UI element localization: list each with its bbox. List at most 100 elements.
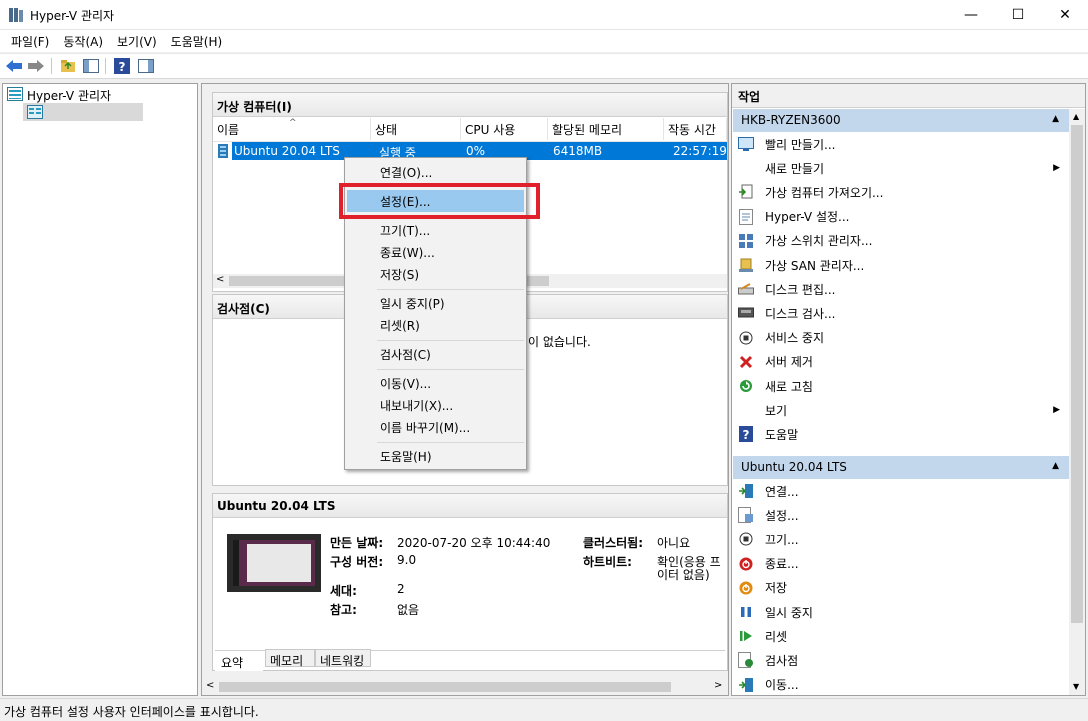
ctx-export[interactable]: 내보내기(X)... xyxy=(347,394,524,416)
action-item[interactable]: 가상 스위치 관리자... xyxy=(736,229,1066,253)
action-item[interactable]: 끄기... xyxy=(736,527,1066,551)
submenu-arrow-icon: ▶ xyxy=(1053,163,1060,174)
reset-icon xyxy=(738,628,754,644)
action-item[interactable]: Hyper-V 설정... xyxy=(736,205,1066,229)
column-memory[interactable]: 할당된 메모리 xyxy=(548,118,664,140)
action-item[interactable]: 일시 중지 xyxy=(736,600,1066,624)
window-title: Hyper-V 관리자 xyxy=(30,9,115,23)
action-item[interactable]: 가상 컴퓨터 가져오기... xyxy=(736,180,1066,204)
action-item[interactable]: 디스크 검사... xyxy=(736,301,1066,325)
action-item[interactable]: 리셋 xyxy=(736,624,1066,648)
actions-pane: 작업 HKB-RYZEN3600 ▲ 빨리 만들기... 새로 만들기 ▶ 가상 컴퓨… xyxy=(731,83,1086,696)
thumbnail-window xyxy=(247,544,311,582)
config-value: 9.0 xyxy=(397,553,417,567)
ctx-checkpoint[interactable]: 검사점(C) xyxy=(347,343,524,365)
column-uptime[interactable]: 작동 시간 xyxy=(664,118,727,140)
server-group-label: HKB-RYZEN3600 xyxy=(741,113,841,127)
action-item[interactable]: 이동... xyxy=(736,673,1066,697)
scroll-right-icon[interactable]: > xyxy=(714,680,722,691)
settings-icon xyxy=(738,507,754,524)
action-item[interactable]: 설정... xyxy=(736,503,1066,527)
hyperv-manager-icon xyxy=(7,87,23,101)
svg-text:?: ? xyxy=(119,60,126,74)
scroll-thumb[interactable] xyxy=(1071,125,1083,623)
ctx-pause[interactable]: 일시 중지(P) xyxy=(347,292,524,314)
menu-action[interactable]: 동작(A) xyxy=(56,33,110,50)
action-label: 빨리 만들기... xyxy=(765,137,836,152)
menu-file[interactable]: 파일(F) xyxy=(4,33,56,50)
ctx-shutdown[interactable]: 종료(W)... xyxy=(347,241,524,263)
tab-summary[interactable]: 요약 xyxy=(215,651,263,671)
action-label: 리셋 xyxy=(765,629,788,644)
maximize-button[interactable]: ☐ xyxy=(995,0,1041,30)
action-label: 보기 xyxy=(765,403,788,418)
show-hide-action-pane-icon[interactable] xyxy=(137,57,155,75)
action-item[interactable]: 서버 제거 xyxy=(736,350,1066,374)
scroll-left-icon[interactable]: < xyxy=(216,274,224,285)
forward-icon[interactable] xyxy=(27,57,45,75)
action-item[interactable]: 보기 ▶ xyxy=(736,398,1066,422)
action-item[interactable]: 검사점 xyxy=(736,648,1066,672)
column-cpu[interactable]: CPU 사용 xyxy=(461,118,548,140)
ctx-move[interactable]: 이동(V)... xyxy=(347,372,524,394)
show-hide-tree-icon[interactable] xyxy=(82,57,100,75)
action-label: 디스크 검사... xyxy=(765,306,836,321)
blank-icon xyxy=(738,402,754,418)
action-item[interactable]: ? 도움말 xyxy=(736,422,1066,446)
scroll-thumb[interactable] xyxy=(219,682,671,692)
action-item[interactable]: 가상 SAN 관리자... xyxy=(736,253,1066,277)
server-icon xyxy=(27,105,43,119)
action-item[interactable]: 종료... xyxy=(736,552,1066,576)
vm-group-header[interactable]: Ubuntu 20.04 LTS ▲ xyxy=(733,456,1069,479)
tab-networking[interactable]: 네트워킹 xyxy=(315,649,371,668)
collapse-icon[interactable]: ▲ xyxy=(1052,461,1059,471)
help-icon: ? xyxy=(738,426,754,443)
shutdown-icon xyxy=(738,556,754,572)
ctx-save[interactable]: 저장(S) xyxy=(347,263,524,285)
menu-help[interactable]: 도움말(H) xyxy=(164,33,230,50)
collapse-icon[interactable]: ▲ xyxy=(1052,114,1059,124)
column-state[interactable]: 상태 xyxy=(371,118,461,140)
minimize-button[interactable]: — xyxy=(948,0,994,30)
action-item[interactable]: 새로 고침 xyxy=(736,374,1066,398)
quick-create-icon xyxy=(738,136,754,152)
server-group-header[interactable]: HKB-RYZEN3600 ▲ xyxy=(733,109,1069,132)
ctx-help[interactable]: 도움말(H) xyxy=(347,445,524,467)
action-label: 디스크 편집... xyxy=(765,282,836,297)
menu-bar: 파일(F) 동작(A) 보기(V) 도움말(H) xyxy=(0,30,1088,52)
tab-memory[interactable]: 메모리 xyxy=(265,649,315,668)
help-icon[interactable]: ? xyxy=(113,57,131,75)
tree-server-node[interactable] xyxy=(23,103,143,121)
actions-header: 작업 xyxy=(732,84,1085,108)
clustered-label: 클러스터됨: xyxy=(583,536,643,550)
action-item[interactable]: 연결... xyxy=(736,479,1066,503)
heartbeat-label: 하트비트: xyxy=(583,555,632,569)
switch-icon xyxy=(738,233,754,249)
vm-thumbnail[interactable] xyxy=(227,534,321,592)
scroll-down-icon[interactable]: ▼ xyxy=(1073,682,1079,691)
ctx-reset[interactable]: 리셋(R) xyxy=(347,314,524,336)
scroll-left-icon[interactable]: < xyxy=(206,680,214,691)
san-icon xyxy=(738,257,754,273)
sort-ascending-icon: ^ xyxy=(289,118,297,128)
highlight-callout xyxy=(339,183,540,219)
actions-scrollbar[interactable]: ▲ ▼ xyxy=(1069,109,1085,695)
close-button[interactable]: ✕ xyxy=(1042,0,1088,30)
action-item[interactable]: 디스크 편집... xyxy=(736,277,1066,301)
ctx-separator xyxy=(377,340,524,341)
ctx-connect[interactable]: 연결(O)... xyxy=(347,161,524,183)
action-item[interactable]: 새로 만들기 ▶ xyxy=(736,156,1066,180)
center-scrollbar[interactable]: < > xyxy=(202,680,728,694)
menu-view[interactable]: 보기(V) xyxy=(110,33,164,50)
vm-uptime: 22:57:19 xyxy=(673,144,727,158)
ctx-turn-off[interactable]: 끄기(T)... xyxy=(347,219,524,241)
action-item[interactable]: 서비스 중지 xyxy=(736,326,1066,350)
back-icon[interactable] xyxy=(5,57,23,75)
vm-column-headers: 이름 ^ 상태 CPU 사용 할당된 메모리 작동 시간 xyxy=(213,118,727,142)
up-folder-icon[interactable] xyxy=(59,57,77,75)
tree-root-label[interactable]: Hyper-V 관리자 xyxy=(27,87,111,104)
scroll-up-icon[interactable]: ▲ xyxy=(1073,112,1079,121)
action-item[interactable]: 빨리 만들기... xyxy=(736,132,1066,156)
ctx-rename[interactable]: 이름 바꾸기(M)... xyxy=(347,416,524,438)
action-item[interactable]: 저장 xyxy=(736,576,1066,600)
